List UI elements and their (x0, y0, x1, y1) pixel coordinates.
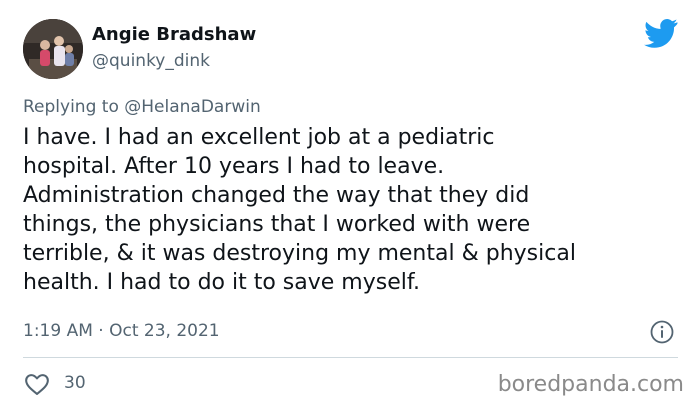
divider (23, 357, 678, 358)
info-icon[interactable] (650, 320, 674, 344)
tweet-text-line: Administration changed the way that they… (23, 183, 530, 208)
profile-photo (23, 19, 83, 79)
replying-to: Replying to @HelanaDarwin (23, 96, 261, 118)
replying-to-prefix: Replying to (23, 97, 125, 117)
reply-mention-link[interactable]: @HelanaDarwin (124, 97, 260, 117)
avatar[interactable] (23, 19, 83, 79)
tweet-text: I have. I had an excellent job at a pedi… (23, 123, 683, 297)
like-count: 30 (64, 373, 86, 393)
tweet-card: Angie Bradshaw @quinky_dink Replying to … (0, 0, 700, 410)
tweet-text-line: I have. I had an excellent job at a pedi… (23, 125, 495, 150)
tweet-text-line: health. I had to do it to save myself. (23, 270, 420, 295)
tweet-timestamp[interactable]: 1:19 AM · Oct 23, 2021 (23, 320, 220, 342)
watermark: boredpanda.com (497, 372, 684, 397)
author-display-name[interactable]: Angie Bradshaw (92, 24, 256, 46)
twitter-bird-icon[interactable] (644, 18, 678, 48)
heart-icon[interactable] (24, 372, 50, 396)
tweet-text-line: terrible, & it was destroying my mental … (23, 241, 576, 266)
author-handle[interactable]: @quinky_dink (92, 50, 210, 72)
tweet-text-line: things, the physicians that I worked wit… (23, 212, 531, 237)
tweet-text-line: hospital. After 10 years I had to leave. (23, 154, 445, 179)
